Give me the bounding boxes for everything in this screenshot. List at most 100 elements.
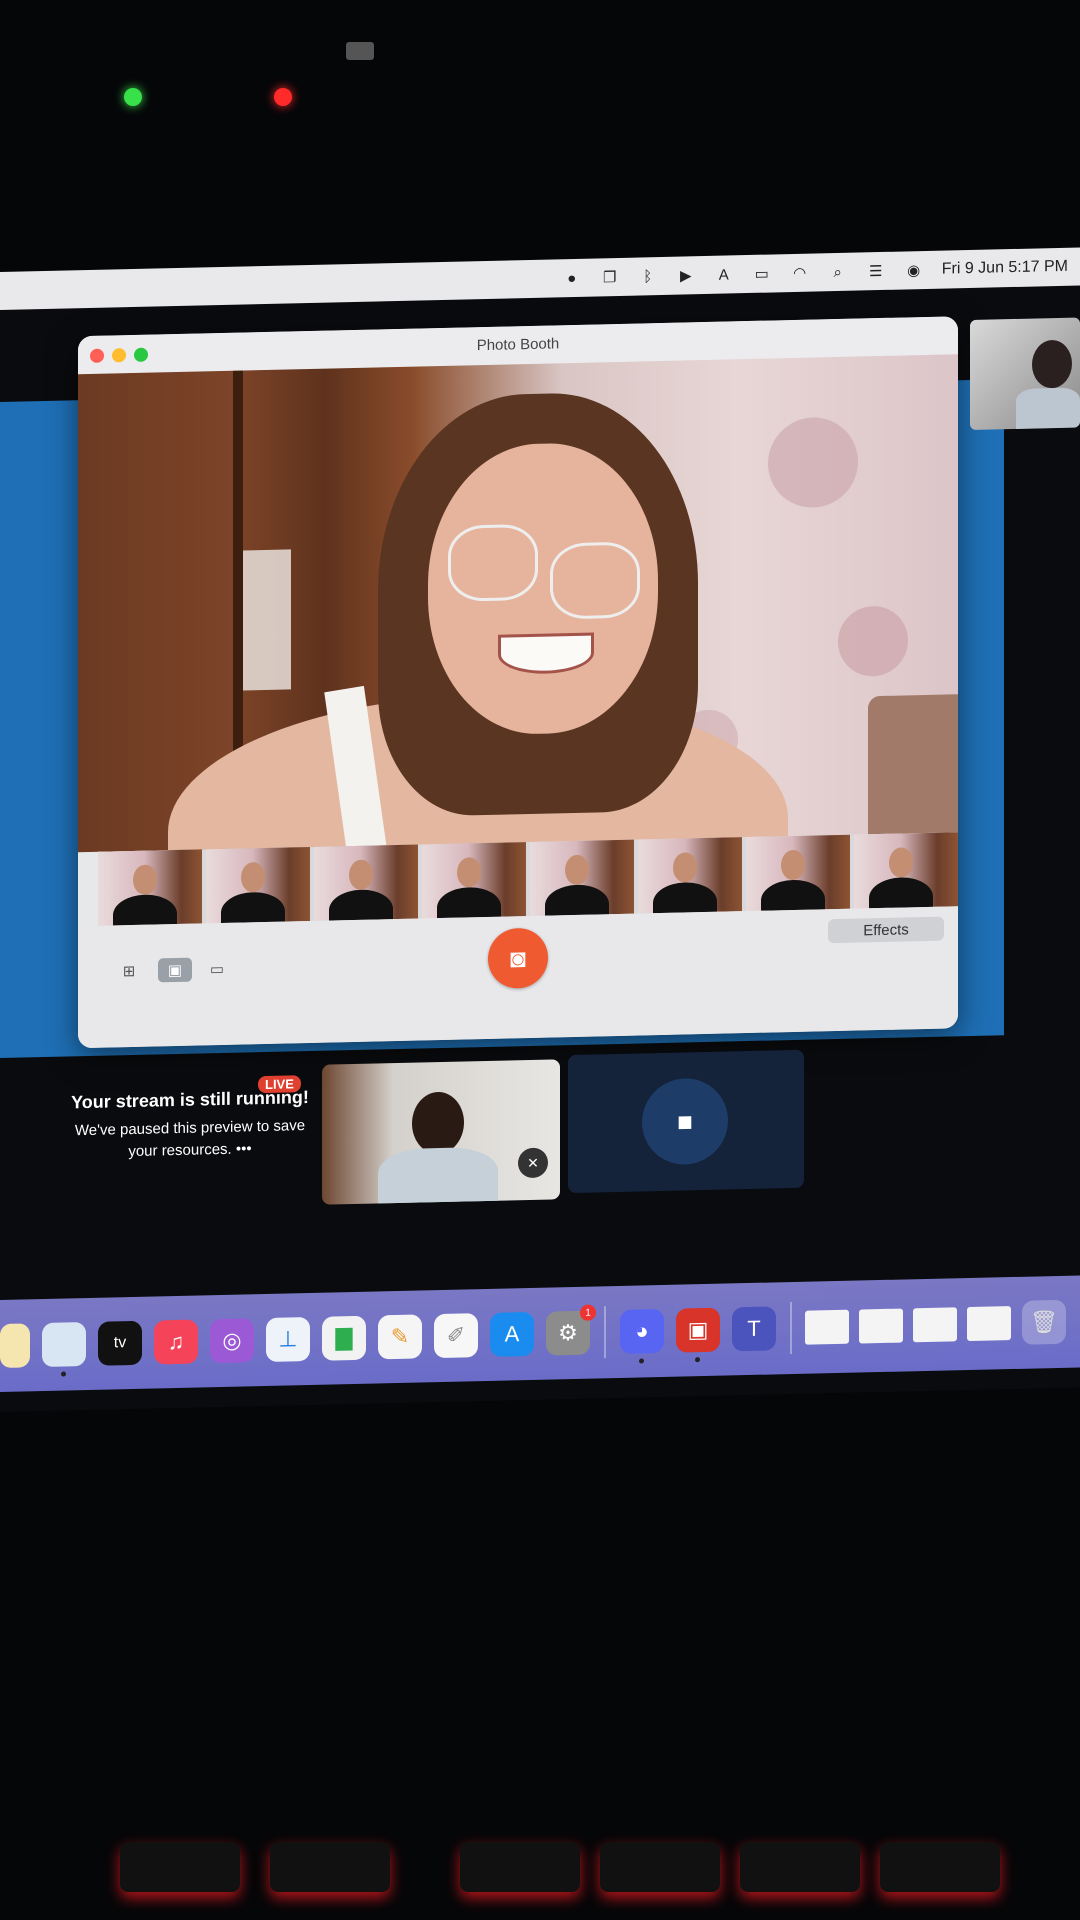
single-photo-mode-icon[interactable]: ▣ xyxy=(158,957,192,983)
self-camera-tile[interactable] xyxy=(970,317,1080,430)
person-body xyxy=(328,889,394,921)
minimized-window-thumbnail[interactable] xyxy=(805,1309,849,1345)
live-badge: LIVE xyxy=(258,1075,301,1094)
mac-screen: ● ❐ ᛒ ▶ A ▭ ◠ ⌕ ☰ ◉ Fri 9 Jun 5:17 PM Ph… xyxy=(0,247,1080,1413)
menubar-clock[interactable]: Fri 9 Jun 5:17 PM xyxy=(942,258,1068,279)
photo-booth-window: Photo Booth ⊞ ▣ ▭ ◙ Effects xyxy=(78,316,958,1049)
keyboard-key xyxy=(270,1842,390,1892)
person-head xyxy=(241,861,266,893)
discord-icon[interactable]: ◕ xyxy=(620,1308,664,1364)
battery-icon[interactable]: ▭ xyxy=(752,264,772,283)
webcam-sticker xyxy=(346,42,374,60)
trash-icon[interactable]: 🗑 xyxy=(1022,1299,1066,1345)
bluetooth-icon[interactable]: ᛒ xyxy=(638,267,658,285)
running-indicator xyxy=(61,1371,66,1377)
keyboard-key xyxy=(120,1842,240,1892)
wifi-icon[interactable]: ◠ xyxy=(790,264,810,282)
photo-thumbnail[interactable] xyxy=(530,839,634,916)
notes-icon[interactable] xyxy=(0,1323,30,1368)
photo-booth-toolbar: ⊞ ▣ ▭ ◙ Effects xyxy=(78,906,958,1049)
play-icon[interactable]: ▶ xyxy=(676,266,696,284)
search-icon[interactable]: ⌕ xyxy=(828,263,848,281)
minimized-window-thumbnail[interactable] xyxy=(859,1308,903,1344)
numbers-icon[interactable]: ▇ xyxy=(322,1315,366,1361)
effects-button[interactable]: Effects xyxy=(828,916,944,944)
stream-status: LIVE Your stream is still running! We've… xyxy=(70,1075,310,1164)
glasses-lens-left xyxy=(448,523,538,602)
wallpaper-flower xyxy=(838,605,908,677)
running-indicator xyxy=(695,1357,700,1363)
textedit-icon[interactable]: ✐ xyxy=(434,1313,478,1359)
keynote-icon[interactable]: ⊥ xyxy=(266,1316,310,1362)
person-head xyxy=(349,859,374,891)
pages-icon[interactable]: ✎ xyxy=(378,1314,422,1360)
person-head xyxy=(565,854,590,886)
wallpaper-flower xyxy=(768,416,858,509)
stream-subtitle: We've paused this preview to save your r… xyxy=(70,1115,310,1164)
music-icon[interactable]: ♫ xyxy=(154,1319,198,1365)
dock: tv ♫ ◎ ⊥ ▇ ✎ ✐ A ⚙ 1 ◕ ▣ T 🗑 xyxy=(0,1275,1080,1392)
person xyxy=(168,389,788,853)
camera-preview xyxy=(78,354,958,853)
camera-icon: ◙ xyxy=(510,942,526,973)
pillow xyxy=(868,694,958,847)
siri-icon[interactable]: ◉ xyxy=(904,261,924,279)
person-head xyxy=(133,864,158,895)
person-body xyxy=(760,879,826,912)
red-led xyxy=(274,88,292,106)
cupboard-highlight xyxy=(243,549,291,691)
four-photo-mode-icon[interactable]: ⊞ xyxy=(112,959,146,984)
person-head xyxy=(457,857,482,888)
person-head xyxy=(889,847,914,878)
keyboard-input-icon[interactable]: A xyxy=(714,265,734,283)
person-body xyxy=(1016,387,1080,429)
minimized-window-thumbnail[interactable] xyxy=(967,1306,1011,1342)
person-body xyxy=(220,891,286,924)
screens-icon[interactable]: ❐ xyxy=(600,268,620,286)
apple-tv-icon[interactable]: tv xyxy=(98,1320,142,1366)
system-settings-icon[interactable]: ⚙ 1 xyxy=(546,1304,596,1356)
photo-booth-icon[interactable]: ▣ xyxy=(676,1307,720,1363)
video-mode-icon[interactable]: ▭ xyxy=(200,957,234,982)
person-head xyxy=(1032,339,1072,389)
video-camera-icon: ■ xyxy=(642,1077,728,1166)
photo-thumbnail[interactable] xyxy=(746,834,850,912)
notification-badge: 1 xyxy=(580,1304,596,1321)
stream-preview-tile[interactable]: ✕ xyxy=(322,1059,560,1205)
take-photo-button[interactable]: ◙ xyxy=(488,927,548,989)
preview-icon[interactable] xyxy=(42,1322,86,1377)
running-indicator xyxy=(639,1358,644,1364)
minimized-window-thumbnail[interactable] xyxy=(913,1307,957,1343)
mute-icon[interactable]: ✕ xyxy=(518,1147,548,1179)
photo-thumbnail[interactable] xyxy=(98,849,202,926)
person-body xyxy=(868,876,934,909)
glasses-lens-right xyxy=(550,541,640,620)
more-icon[interactable]: ••• xyxy=(236,1140,252,1157)
dock-separator xyxy=(790,1302,792,1355)
person-body xyxy=(544,884,610,916)
menu-bar: ● ❐ ᛒ ▶ A ▭ ◠ ⌕ ☰ ◉ Fri 9 Jun 5:17 PM xyxy=(0,247,1080,310)
person-head xyxy=(412,1091,464,1155)
apple-tv-label: tv xyxy=(113,1334,127,1352)
video-off-tile[interactable]: ■ xyxy=(568,1049,804,1194)
dock-separator xyxy=(604,1306,606,1359)
photo-thumbnail[interactable] xyxy=(638,837,742,914)
photo-thumbnail[interactable] xyxy=(422,842,526,919)
app-store-icon[interactable]: A xyxy=(490,1311,534,1357)
photo-thumbnail[interactable] xyxy=(206,846,310,924)
photo-thumbnail[interactable] xyxy=(314,844,418,921)
keyboard-key xyxy=(880,1842,1000,1892)
keyboard-key xyxy=(460,1842,580,1892)
person-head xyxy=(781,849,806,881)
photo-thumbnail[interactable] xyxy=(854,832,958,909)
person-head xyxy=(673,852,698,883)
keyboard-key xyxy=(740,1842,860,1892)
record-icon[interactable]: ● xyxy=(562,269,582,287)
green-led xyxy=(124,88,142,106)
teams-icon[interactable]: T xyxy=(732,1306,776,1352)
person-body xyxy=(378,1146,498,1205)
person-body xyxy=(652,881,718,914)
control-center-icon[interactable]: ☰ xyxy=(866,262,886,280)
podcasts-icon[interactable]: ◎ xyxy=(210,1318,254,1364)
person-body xyxy=(112,893,178,926)
